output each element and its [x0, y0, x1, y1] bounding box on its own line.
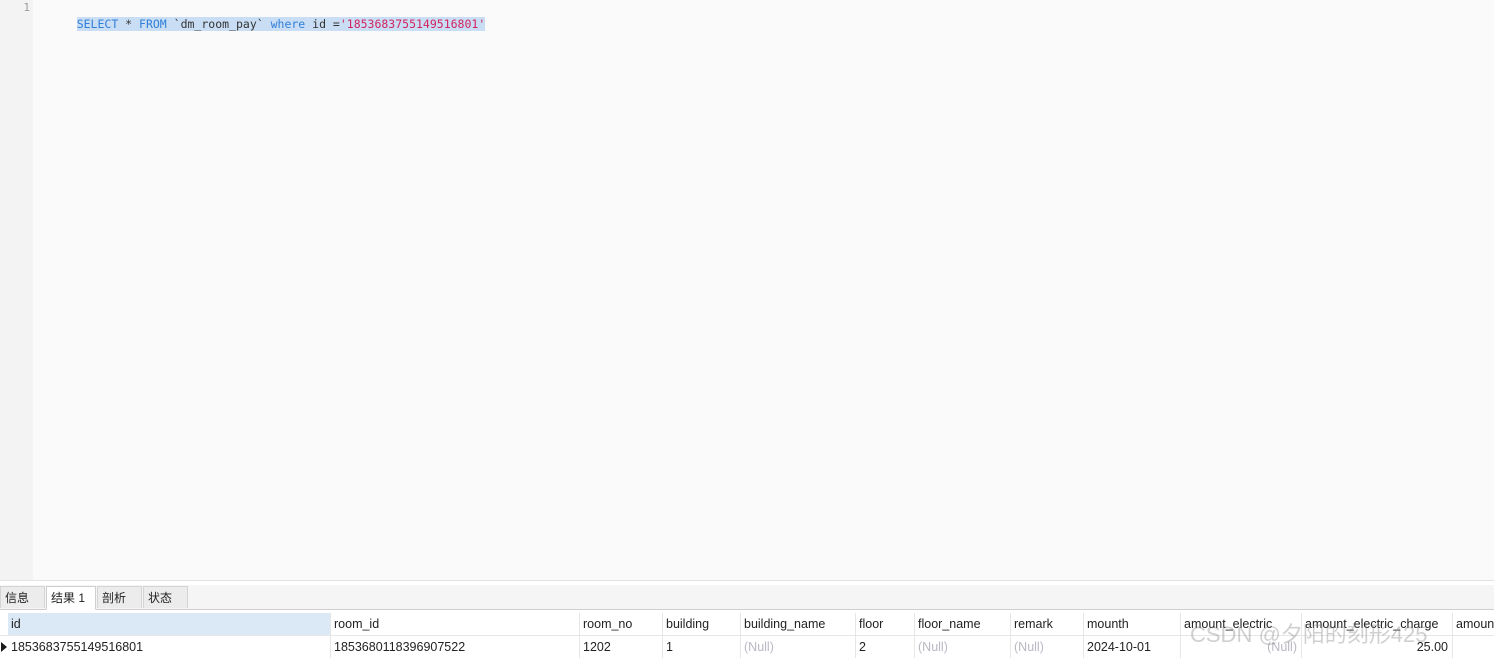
- cell-amount-electric-charge[interactable]: 25.00: [1302, 636, 1453, 658]
- cell-mounth[interactable]: 2024-10-01: [1084, 636, 1181, 658]
- line-number: 1: [23, 1, 30, 14]
- sql-star: *: [118, 17, 140, 31]
- selected-sql-text[interactable]: SELECT * FROM `dm_room_pay` where id ='1…: [76, 17, 486, 31]
- column-header-floor-name[interactable]: floor_name: [915, 613, 1011, 635]
- tab-profile[interactable]: 剖析: [97, 586, 142, 608]
- sql-code-line[interactable]: SELECT * FROM `dm_room_pay` where id ='1…: [49, 0, 486, 31]
- cell-id[interactable]: 1853683755149516801: [8, 636, 331, 658]
- cell-floor[interactable]: 2: [856, 636, 915, 658]
- cell-building-name[interactable]: (Null): [741, 636, 856, 658]
- column-header-amount-electric[interactable]: amount_electric: [1181, 613, 1302, 635]
- column-header-mounth[interactable]: mounth: [1084, 613, 1181, 635]
- cell-amount-truncated[interactable]: [1453, 636, 1494, 658]
- sql-keyword-from: FROM: [139, 17, 167, 31]
- sql-keyword-select: SELECT: [76, 17, 119, 31]
- result-panel: 信息 结果 1 剖析 状态 id room_id room_no buildin…: [0, 580, 1494, 658]
- column-header-floor[interactable]: floor: [856, 613, 915, 635]
- sql-string-value: '1853683755149516801': [339, 17, 486, 31]
- cell-floor-name[interactable]: (Null): [915, 636, 1011, 658]
- column-header-id[interactable]: id: [8, 613, 331, 635]
- cell-room-id[interactable]: 1853680118396907522: [331, 636, 580, 658]
- table-row[interactable]: 1853683755149516801 1853680118396907522 …: [0, 636, 1494, 658]
- sql-condition: id =: [305, 17, 340, 31]
- current-row-marker-icon: [1, 642, 7, 652]
- column-header-room-id[interactable]: room_id: [331, 613, 580, 635]
- result-tab-bar: 信息 结果 1 剖析 状态: [0, 585, 1494, 610]
- sql-keyword-where: where: [270, 17, 306, 31]
- column-header-building[interactable]: building: [663, 613, 741, 635]
- column-header-amount-truncated[interactable]: amoun: [1453, 613, 1494, 635]
- cell-amount-electric[interactable]: (Null): [1181, 636, 1302, 658]
- tab-result-1[interactable]: 结果 1: [46, 586, 96, 610]
- result-grid[interactable]: id room_id room_no building building_nam…: [0, 613, 1494, 658]
- cell-room-no[interactable]: 1202: [580, 636, 663, 658]
- sql-table-name: `dm_room_pay`: [166, 17, 271, 31]
- cell-remark[interactable]: (Null): [1011, 636, 1084, 658]
- grid-header-row: id room_id room_no building building_nam…: [0, 613, 1494, 636]
- column-header-remark[interactable]: remark: [1011, 613, 1084, 635]
- cell-building[interactable]: 1: [663, 636, 741, 658]
- line-number-gutter: 1: [0, 0, 33, 580]
- column-header-amount-electric-charge[interactable]: amount_electric_charge: [1302, 613, 1453, 635]
- column-header-room-no[interactable]: room_no: [580, 613, 663, 635]
- tab-status[interactable]: 状态: [143, 586, 188, 608]
- sql-editor[interactable]: 1 SELECT * FROM `dm_room_pay` where id =…: [0, 0, 1494, 580]
- tab-info[interactable]: 信息: [0, 586, 45, 608]
- column-header-building-name[interactable]: building_name: [741, 613, 856, 635]
